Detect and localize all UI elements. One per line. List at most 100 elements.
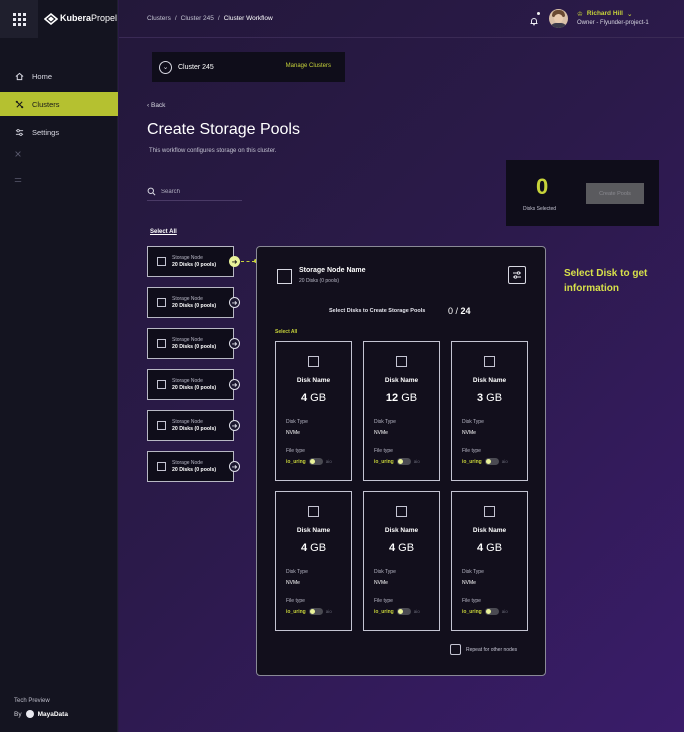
select-all-nodes-link[interactable]: Select All: [150, 229, 177, 235]
page-title: Create Storage Pools: [147, 121, 300, 138]
disk-card[interactable]: Disk Name 4 GB Disk Type NVMe File type …: [451, 491, 528, 631]
disk-checkbox[interactable]: [484, 506, 495, 517]
avatar[interactable]: [549, 9, 568, 28]
file-type-toggle[interactable]: [308, 608, 323, 615]
user-menu[interactable]: ♔ Richard Hill ⌄: [577, 10, 632, 18]
sidebar-item-clusters[interactable]: Clusters: [0, 92, 118, 116]
repeat-for-other-nodes[interactable]: Repeat for other nodes: [450, 644, 517, 655]
storage-node-card[interactable]: Storage Node 20 Disks (0 pools): [147, 410, 234, 441]
file-type-toggle[interactable]: [396, 458, 411, 465]
file-type-toggle[interactable]: [396, 608, 411, 615]
breadcrumb-clusters[interactable]: Clusters: [147, 15, 171, 22]
breadcrumb-separator: /: [217, 15, 220, 22]
page-subtitle: This workflow configures storage on this…: [149, 148, 277, 154]
notification-bell-icon[interactable]: [529, 12, 540, 26]
disk-name: Disk Name: [384, 377, 419, 384]
filter-button[interactable]: [508, 266, 526, 284]
io-uring-label: io_uring: [462, 458, 482, 465]
node-checkbox[interactable]: [157, 257, 166, 266]
arrow-right-icon[interactable]: ➜: [229, 338, 240, 349]
arrow-right-icon[interactable]: ➜: [229, 256, 240, 267]
disk-card[interactable]: Disk Name 4 GB Disk Type NVMe File type …: [363, 491, 440, 631]
disk-card[interactable]: Disk Name 3 GB Disk Type NVMe File type …: [451, 341, 528, 481]
disk-type-value: NVMe: [462, 580, 476, 586]
breadcrumb-current: Cluster Workflow: [223, 15, 273, 22]
arrow-right-icon[interactable]: ➜: [229, 297, 240, 308]
user-name: Richard Hill: [586, 10, 623, 17]
create-pools-button[interactable]: Create Pools: [586, 183, 644, 204]
node-checkbox[interactable]: [157, 298, 166, 307]
file-type-toggle-row: io_uring aio: [374, 608, 420, 615]
disk-card[interactable]: Disk Name 4 GB Disk Type NVMe File type …: [275, 341, 352, 481]
mayadata-logo-icon: [25, 710, 34, 718]
search-input[interactable]: [161, 188, 231, 195]
node-disk-count: 20 Disks (0 pools): [172, 384, 217, 391]
disk-card[interactable]: Disk Name 12 GB Disk Type NVMe File type…: [363, 341, 440, 481]
disk-checkbox[interactable]: [396, 506, 407, 517]
panel-subtitle: 20 Disks (0 pools): [299, 278, 340, 284]
node-checkbox[interactable]: [157, 421, 166, 430]
disk-card[interactable]: Disk Name 4 GB Disk Type NVMe File type …: [275, 491, 352, 631]
node-disk-count: 20 Disks (0 pools): [172, 261, 217, 268]
file-type-toggle-row: io_uring aio: [374, 458, 420, 465]
logo[interactable]: KuberaPropel: [43, 12, 118, 26]
node-disk-count: 20 Disks (0 pools): [172, 343, 217, 350]
node-checkbox[interactable]: [157, 462, 166, 471]
connector-line: [241, 261, 255, 262]
file-type-toggle-row: io_uring aio: [286, 458, 332, 465]
tools-icon[interactable]: [14, 150, 22, 160]
node-select-checkbox[interactable]: [277, 269, 292, 284]
arrow-right-icon[interactable]: ➜: [229, 379, 240, 390]
cluster-dropdown-chevron-icon[interactable]: ⌄: [159, 60, 172, 74]
grid-icon: [12, 12, 26, 26]
sliders-icon[interactable]: [14, 176, 22, 186]
select-all-disks-link[interactable]: Select All: [275, 329, 297, 335]
node-checkbox[interactable]: [157, 380, 166, 389]
app-grid-button[interactable]: [0, 0, 38, 38]
logo-text: KuberaPropel: [60, 13, 118, 23]
breadcrumb-cluster[interactable]: Cluster 245: [181, 15, 214, 22]
arrow-right-icon[interactable]: ➜: [229, 420, 240, 431]
settings-icon: [14, 127, 24, 137]
disk-name: Disk Name: [296, 377, 331, 384]
top-bar: Clusters / Cluster 245 / Cluster Workflo…: [119, 0, 684, 38]
storage-node-card[interactable]: Storage Node 20 Disks (0 pools): [147, 328, 234, 359]
manage-clusters-link[interactable]: Manage Clusters: [286, 63, 331, 69]
disk-checkbox[interactable]: [308, 356, 319, 367]
disk-name: Disk Name: [472, 377, 507, 384]
disk-checkbox[interactable]: [308, 506, 319, 517]
disk-type-label: Disk Type: [374, 569, 396, 575]
file-type-label: File type: [374, 598, 393, 604]
repeat-label: Repeat for other nodes: [466, 646, 518, 653]
repeat-checkbox[interactable]: [450, 644, 461, 655]
disk-type-label: Disk Type: [286, 419, 308, 425]
node-checkbox[interactable]: [157, 339, 166, 348]
file-type-toggle[interactable]: [484, 608, 499, 615]
search-icon: [147, 187, 156, 196]
sidebar-item-home[interactable]: Home: [0, 64, 118, 88]
aio-label: aio: [413, 459, 420, 464]
disk-name: Disk Name: [472, 527, 507, 534]
aio-label: aio: [413, 609, 420, 614]
file-type-toggle-row: io_uring aio: [286, 608, 332, 615]
aio-label: aio: [325, 459, 332, 464]
main-area: Clusters / Cluster 245 / Cluster Workflo…: [119, 0, 684, 732]
breadcrumb-separator: /: [174, 15, 177, 22]
node-label: Storage Node: [172, 336, 203, 343]
disk-checkbox[interactable]: [484, 356, 495, 367]
back-link[interactable]: ‹ Back: [147, 102, 165, 109]
file-type-toggle[interactable]: [484, 458, 499, 465]
node-label: Storage Node: [172, 459, 203, 466]
sidebar-item-settings[interactable]: Settings: [0, 120, 118, 144]
storage-node-card[interactable]: Storage Node 20 Disks (0 pools): [147, 451, 234, 482]
cluster-selector: ⌄ Cluster 245 Manage Clusters: [152, 52, 345, 82]
storage-node-card[interactable]: Storage Node 20 Disks (0 pools): [147, 246, 234, 277]
disk-type-value: NVMe: [286, 430, 300, 436]
file-type-toggle[interactable]: [308, 458, 323, 465]
arrow-right-icon[interactable]: ➜: [229, 461, 240, 472]
node-label: Storage Node: [172, 295, 203, 302]
tech-preview-label: Tech Preview: [14, 698, 50, 704]
disk-checkbox[interactable]: [396, 356, 407, 367]
storage-node-card[interactable]: Storage Node 20 Disks (0 pools): [147, 287, 234, 318]
storage-node-card[interactable]: Storage Node 20 Disks (0 pools): [147, 369, 234, 400]
